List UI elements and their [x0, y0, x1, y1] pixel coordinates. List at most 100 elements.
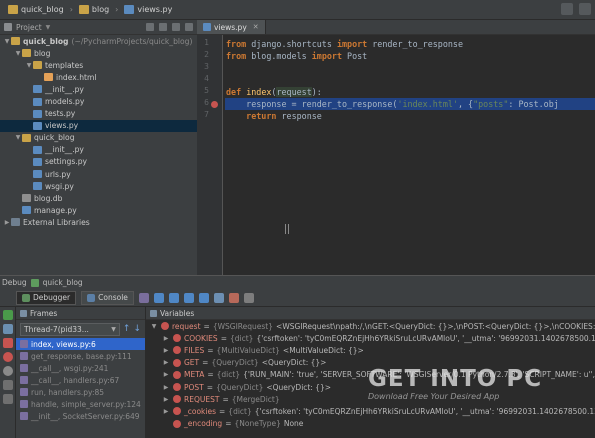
- pause-icon[interactable]: [3, 324, 13, 334]
- tree-item[interactable]: __init__.py: [0, 83, 197, 95]
- variable-type: {MultiValueDict}: [216, 345, 280, 355]
- frame-item[interactable]: index, views.py:6: [16, 338, 145, 350]
- tree-item-label: External Libraries: [23, 217, 90, 227]
- arrow-up-icon[interactable]: ↑: [123, 324, 131, 334]
- debug-icon[interactable]: [579, 3, 591, 15]
- close-icon[interactable]: [3, 394, 13, 404]
- show-execution-point-icon[interactable]: [138, 292, 149, 303]
- tree-item[interactable]: __init__.py: [0, 144, 197, 156]
- frame-item[interactable]: run, handlers.py:85: [16, 386, 145, 398]
- tree-item-label: __init__.py: [45, 145, 84, 155]
- collapse-arrow-icon[interactable]: ▶: [3, 219, 11, 226]
- code-line[interactable]: from django.shortcuts import render_to_r…: [225, 38, 595, 50]
- tree-item[interactable]: index.html: [0, 71, 197, 83]
- frame-item[interactable]: __init__, SocketServer.py:649: [16, 410, 145, 422]
- code-line[interactable]: response = render_to_response('index.htm…: [225, 98, 595, 110]
- frame-item[interactable]: handle, simple_server.py:124: [16, 398, 145, 410]
- code-line[interactable]: return response: [225, 110, 595, 122]
- expand-arrow-icon[interactable]: ▶: [162, 384, 170, 391]
- hide-icon[interactable]: [185, 23, 193, 31]
- frame-item[interactable]: __call__, handlers.py:67: [16, 374, 145, 386]
- expand-arrow-icon[interactable]: ▶: [162, 371, 170, 378]
- editor-tab-bar: views.py ✕: [197, 20, 595, 35]
- expand-arrow-icon[interactable]: ▼: [14, 134, 22, 141]
- gear-icon[interactable]: [172, 23, 180, 31]
- sync-icon[interactable]: [146, 23, 154, 31]
- breadcrumb-folder[interactable]: blog: [75, 2, 113, 18]
- thread-dropdown[interactable]: Thread-7(pid33... ▼: [20, 322, 120, 336]
- evaluate-expression-icon[interactable]: [228, 292, 239, 303]
- variables-header: Variables: [146, 307, 595, 320]
- tree-item[interactable]: wsgi.py: [0, 180, 197, 192]
- tab-debugger[interactable]: Debugger: [16, 290, 77, 305]
- tree-item[interactable]: urls.py: [0, 168, 197, 180]
- project-view-icon: [4, 23, 12, 31]
- tree-item[interactable]: ▼ quick_blog (~/PycharmProjects/quick_blog…: [0, 35, 197, 47]
- variable-row[interactable]: ▶ _cookies = {dict} {'csrftoken': 'tyC0mEQRZ…: [146, 405, 595, 417]
- run-to-cursor-icon[interactable]: [213, 292, 224, 303]
- variable-row[interactable]: ▶ FILES = {MultiValueDict} <MultiValueDict: …: [146, 344, 595, 356]
- tree-item[interactable]: ▼ templates: [0, 59, 197, 71]
- close-icon[interactable]: ✕: [253, 23, 259, 31]
- run-icon[interactable]: [561, 3, 573, 15]
- expand-arrow-icon[interactable]: ▼: [25, 62, 33, 69]
- python-file-icon: [124, 5, 135, 14]
- mute-breakpoints-icon[interactable]: [3, 366, 13, 376]
- tree-item[interactable]: ▶ External Libraries: [0, 216, 197, 228]
- frame-item[interactable]: __call__, wsgi.py:241: [16, 362, 145, 374]
- frame-item[interactable]: get_response, base.py:111: [16, 350, 145, 362]
- variable-icon: [173, 358, 181, 367]
- expand-arrow-icon[interactable]: ▶: [162, 335, 170, 342]
- settings-icon[interactable]: [243, 292, 254, 303]
- code-line[interactable]: def index(request):: [225, 86, 595, 98]
- variable-row[interactable]: ▶ COOKIES = {dict} {'csrftoken': 'tyC0mEQRZn…: [146, 332, 595, 344]
- editor-gutter[interactable]: 1 2 3 4 5 6 7: [197, 35, 223, 275]
- code-line[interactable]: [225, 62, 595, 74]
- tab-console[interactable]: Console: [81, 290, 134, 305]
- breadcrumb-file[interactable]: views.py: [120, 2, 176, 18]
- expand-arrow-icon[interactable]: ▶: [162, 359, 170, 366]
- expand-arrow-icon[interactable]: ▶: [162, 408, 170, 415]
- tree-item[interactable]: blog.db: [0, 192, 197, 204]
- expand-arrow-icon[interactable]: ▶: [162, 347, 170, 354]
- variable-row[interactable]: ▼ request = {WSGIRequest} <WSGIRequest\npath…: [146, 320, 595, 332]
- frames-icon: [20, 309, 27, 317]
- tree-item[interactable]: settings.py: [0, 156, 197, 168]
- editor-tab-views[interactable]: views.py ✕: [197, 20, 266, 34]
- expand-arrow-icon[interactable]: ▶: [162, 396, 170, 403]
- step-out-icon[interactable]: [198, 292, 209, 303]
- variable-name: request: [172, 321, 201, 331]
- expand-arrow-icon[interactable]: ▼: [3, 38, 11, 45]
- tree-item[interactable]: views.py: [0, 119, 197, 132]
- resume-icon[interactable]: [3, 310, 13, 320]
- collapse-icon[interactable]: [159, 23, 167, 31]
- watermark-logo: GET INTO PC: [368, 366, 543, 392]
- step-over-icon[interactable]: [153, 292, 164, 303]
- tree-item[interactable]: ▼ blog: [0, 47, 197, 59]
- tree-item[interactable]: manage.py: [0, 204, 197, 216]
- breakpoint-icon[interactable]: [211, 100, 218, 108]
- arrow-down-icon[interactable]: ↓: [133, 324, 141, 334]
- stop-icon[interactable]: [3, 338, 13, 348]
- pin-icon[interactable]: [3, 380, 13, 390]
- chevron-down-icon[interactable]: ▼: [46, 24, 51, 31]
- expand-arrow-icon[interactable]: ▼: [14, 50, 22, 57]
- step-into-icon[interactable]: [168, 292, 179, 303]
- tree-item[interactable]: tests.py: [0, 108, 197, 120]
- variable-row[interactable]: _encoding = {NoneType} None: [146, 418, 595, 430]
- folder-icon: [11, 37, 20, 46]
- variable-value: <QueryDict: {}>: [261, 358, 327, 368]
- view-breakpoints-icon[interactable]: [3, 352, 13, 362]
- tree-item[interactable]: ▼ quick_blog: [0, 132, 197, 144]
- tree-item[interactable]: models.py: [0, 95, 197, 107]
- editor-tab-label: views.py: [214, 22, 247, 32]
- code-line[interactable]: from blog.models import Post: [225, 50, 595, 62]
- code-area[interactable]: from django.shortcuts import render_to_r…: [225, 35, 595, 275]
- code-line[interactable]: [225, 74, 595, 86]
- step-into-my-code-icon[interactable]: [183, 292, 194, 303]
- expand-arrow-icon[interactable]: ▼: [150, 323, 158, 330]
- breadcrumb-project[interactable]: quick_blog: [4, 2, 68, 18]
- frame-label: __call__, handlers.py:67: [31, 375, 120, 385]
- project-panel-title[interactable]: Project: [16, 23, 42, 32]
- variable-type: {dict}: [216, 370, 241, 380]
